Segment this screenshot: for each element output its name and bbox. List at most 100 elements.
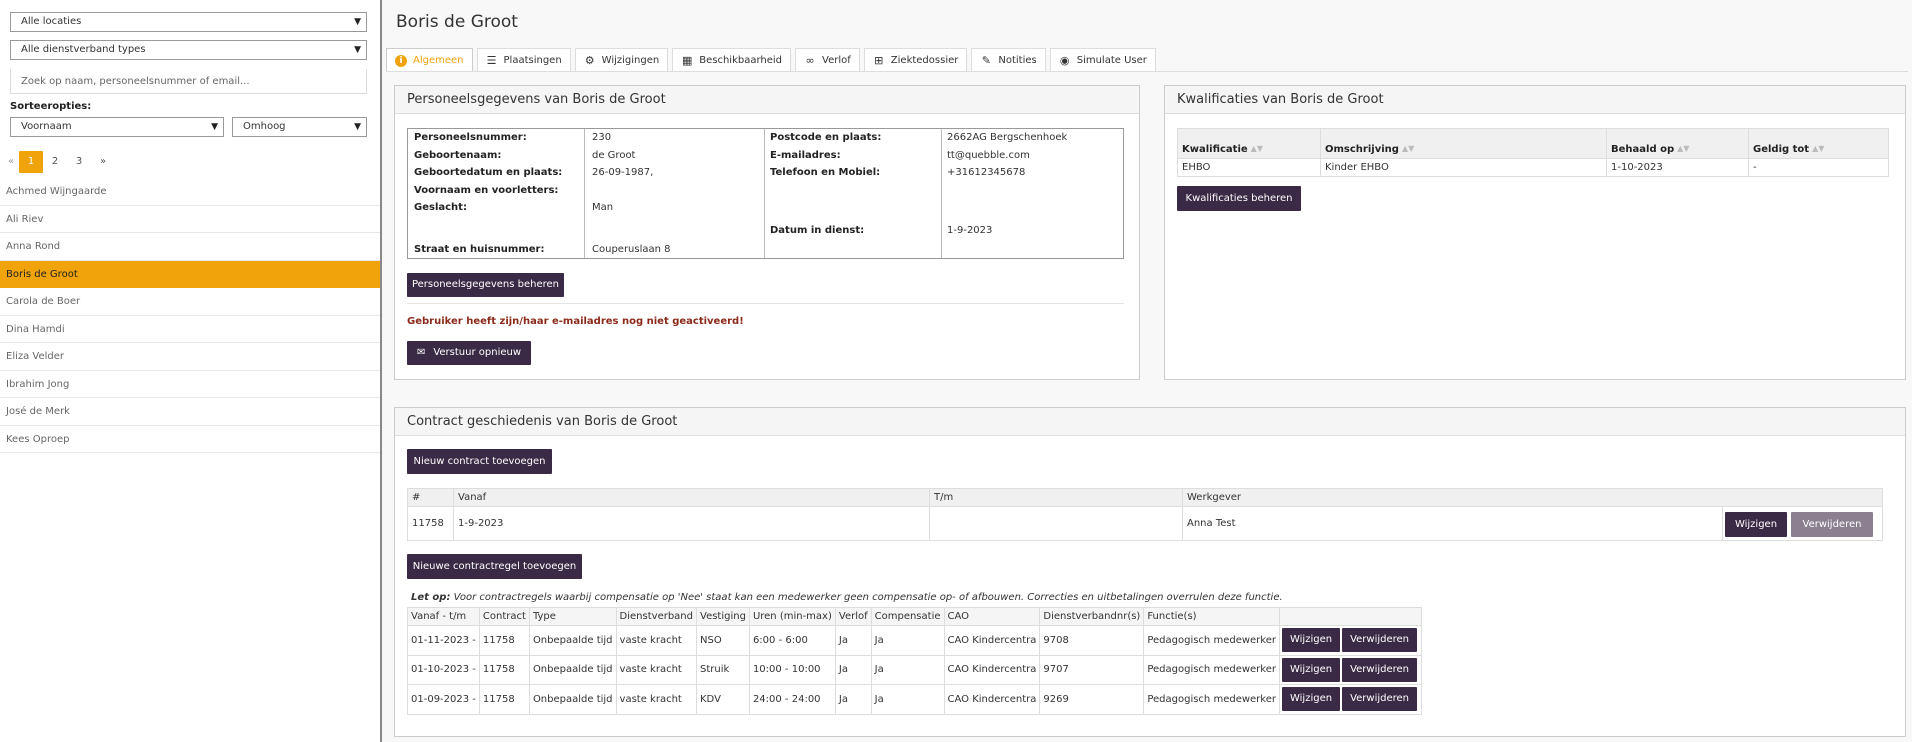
person-list: Achmed Wijngaarde Ali Riev Anna Rond Bor… xyxy=(0,178,380,453)
delete-rule-button[interactable]: Verwijderen xyxy=(1342,657,1418,682)
person-list-item[interactable]: Dina Hamdi xyxy=(0,316,380,343)
column-header: Functie(s) xyxy=(1143,607,1280,626)
table-cell: EHBO xyxy=(1177,158,1321,177)
person-list-item[interactable]: Anna Rond xyxy=(0,233,380,261)
personnel-panel: Personeelsgegevens van Boris de Groot Pe… xyxy=(394,85,1140,380)
table-cell: CAO Kindercentra xyxy=(943,654,1041,685)
edit-rule-button[interactable]: Wijzigen xyxy=(1281,657,1341,682)
edit-contract-button[interactable]: Wijzigen xyxy=(1725,512,1787,537)
sort-icon: ▲▼ xyxy=(1677,144,1690,153)
personnel-info-table: Personeelsnummer: 230 Geboortenaam: de G… xyxy=(407,128,1124,259)
tab-notities[interactable]: ✎ Notities xyxy=(971,48,1046,72)
delete-rule-button[interactable]: Verwijderen xyxy=(1342,687,1418,712)
person-list-item[interactable]: Ibrahim Jong xyxy=(0,371,380,398)
tab-simulate-user[interactable]: ◉ Simulate User xyxy=(1049,48,1156,72)
add-contract-button[interactable]: Nieuw contract toevoegen xyxy=(407,449,552,474)
table-cell: vaste kracht xyxy=(615,654,698,685)
manage-qualifications-button[interactable]: Kwalificaties beheren xyxy=(1177,186,1301,211)
medkit-icon: ⊞ xyxy=(874,53,884,67)
main-content: Boris de Groot i Algemeen ☰ Plaatsingen ⚙ W… xyxy=(382,0,1912,742)
sort-field-select[interactable]: Voornaam ▼ xyxy=(10,117,224,137)
email-label: E-mailadres: xyxy=(770,150,841,161)
chevron-down-icon: ▼ xyxy=(354,17,361,27)
pagination-page-3[interactable]: 3 xyxy=(67,151,91,173)
pagination-next[interactable]: » xyxy=(91,151,115,173)
chevron-down-icon: ▼ xyxy=(354,45,361,55)
tab-verlof[interactable]: ∞ Verlof xyxy=(795,48,860,72)
indienst-value: 1-9-2023 xyxy=(947,225,993,236)
employment-type-filter-select[interactable]: Alle dienstverband types ▼ xyxy=(10,40,367,60)
contracts-table: # Vanaf T/m Werkgever 11758 1-9-2023 Ann… xyxy=(407,488,1883,541)
contract-history-panel: Contract geschiedenis van Boris de Groot… xyxy=(394,407,1906,737)
person-list-item[interactable]: Carola de Boer xyxy=(0,288,380,316)
geboortenaam-value: de Groot xyxy=(592,150,636,161)
column-label: Geldig tot xyxy=(1753,144,1810,155)
table-cell: Onbepaalde tijd xyxy=(528,654,617,685)
edit-rule-button[interactable]: Wijzigen xyxy=(1281,687,1341,712)
column-header: Dienstverband xyxy=(615,607,698,626)
edit-rule-button[interactable]: Wijzigen xyxy=(1281,628,1341,653)
pagination-page-1[interactable]: 1 xyxy=(19,151,43,173)
search-input[interactable]: Zoek op naam, personeelsnummer of email.… xyxy=(10,69,367,94)
tab-plaatsingen[interactable]: ☰ Plaatsingen xyxy=(476,48,571,72)
table-cell: Ja xyxy=(834,625,872,656)
tab-ziektedossier[interactable]: ⊞ Ziektedossier xyxy=(863,48,968,72)
column-header[interactable]: Geldig tot ▲▼ xyxy=(1748,128,1889,159)
app-root: Alle locaties ▼ Alle dienstverband types ▼… xyxy=(0,0,1912,742)
table-cell xyxy=(929,506,1183,541)
tab-label: Notities xyxy=(998,55,1037,66)
delete-contract-button[interactable]: Verwijderen xyxy=(1791,512,1873,537)
table-cell: - xyxy=(1748,158,1889,177)
pagination-first[interactable]: « xyxy=(3,151,19,173)
email-value: tt@quebble.com xyxy=(947,150,1030,161)
person-list-item[interactable]: Eliza Velder xyxy=(0,343,380,371)
table-cell: KDV xyxy=(696,684,750,715)
delete-rule-button[interactable]: Verwijderen xyxy=(1342,628,1418,653)
tab-algemeen[interactable]: i Algemeen xyxy=(386,48,473,72)
note-prefix: Let op: xyxy=(411,592,451,603)
table-cell: 11758 xyxy=(478,654,530,685)
person-list-item-selected[interactable]: Boris de Groot xyxy=(0,260,380,288)
person-list-item[interactable]: Ali Riev xyxy=(0,206,380,233)
person-list-item[interactable]: Achmed Wijngaarde xyxy=(0,178,380,206)
tab-label: Wijzigingen xyxy=(601,55,660,66)
column-header: Werkgever xyxy=(1182,488,1883,507)
person-list-item[interactable]: Kees Oproep xyxy=(0,426,380,453)
table-cell: 10:00 - 10:00 xyxy=(748,654,836,685)
pagination-page-2[interactable]: 2 xyxy=(43,151,67,173)
column-header[interactable]: Behaald op ▲▼ xyxy=(1606,128,1749,159)
list-icon: ☰ xyxy=(486,53,497,67)
table-cell: 9708 xyxy=(1039,625,1145,656)
table-cell: Ja xyxy=(834,684,872,715)
location-filter-value: Alle locaties xyxy=(21,16,82,27)
divider xyxy=(407,303,1124,304)
table-cell: Ja xyxy=(870,654,945,685)
table-cell: Ja xyxy=(870,684,945,715)
page-title: Boris de Groot xyxy=(396,12,518,32)
column-header: Vanaf - t/m xyxy=(407,607,480,626)
column-header: CAO xyxy=(943,607,1041,626)
row-actions: Wijzigen Verwijderen xyxy=(1278,625,1423,656)
sidebar: Alle locaties ▼ Alle dienstverband types ▼… xyxy=(0,0,382,742)
table-row: EHBO Kinder EHBO 1-10-2023 - xyxy=(1177,158,1889,177)
column-header[interactable]: Omschrijving ▲▼ xyxy=(1320,128,1607,159)
sort-direction-select[interactable]: Omhoog ▼ xyxy=(232,117,367,137)
divider xyxy=(941,129,942,258)
manage-personnel-button[interactable]: Personeelsgegevens beheren xyxy=(407,273,564,297)
table-cell: 9269 xyxy=(1039,684,1145,715)
qualifications-panel-title: Kwalificaties van Boris de Groot xyxy=(1165,86,1905,114)
column-header[interactable]: Kwalificatie ▲▼ xyxy=(1177,128,1321,159)
geboortedatum-label: Geboortedatum en plaats: xyxy=(414,167,563,178)
personeelsnummer-value: 230 xyxy=(592,132,612,143)
geslacht-value: Man xyxy=(592,202,614,213)
chevron-down-icon: ▼ xyxy=(354,122,361,132)
resend-activation-button[interactable]: ✉ Verstuur opnieuw xyxy=(407,341,531,365)
table-cell: Kinder EHBO xyxy=(1320,158,1607,177)
person-list-item[interactable]: José de Merk xyxy=(0,398,380,426)
table-cell: Pedagogisch medewerker xyxy=(1143,625,1280,656)
tab-wijzigingen[interactable]: ⚙ Wijzigingen xyxy=(574,48,669,72)
tab-beschikbaarheid[interactable]: ▦ Beschikbaarheid xyxy=(672,48,792,72)
table-cell: Onbepaalde tijd xyxy=(528,684,617,715)
location-filter-select[interactable]: Alle locaties ▼ xyxy=(10,12,367,32)
add-contract-rule-button[interactable]: Nieuwe contractregel toevoegen xyxy=(407,554,582,579)
